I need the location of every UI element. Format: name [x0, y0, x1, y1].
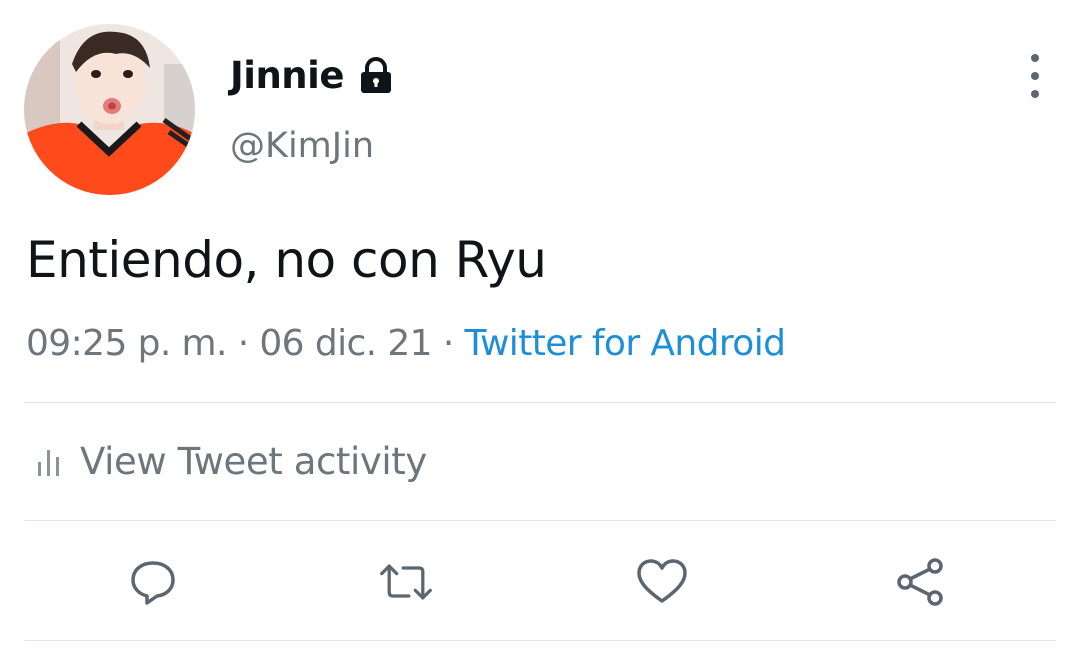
lock-icon: [360, 57, 391, 93]
meta-separator: ·: [237, 323, 249, 364]
tweet-meta: 09:25 p. m. · 06 dic. 21 · Twitter for A…: [26, 320, 786, 368]
meta-separator: ·: [442, 323, 454, 364]
analytics-bars-icon: [38, 450, 59, 476]
avatar[interactable]: [24, 24, 195, 195]
retweet-button[interactable]: [378, 556, 434, 608]
share-button[interactable]: [892, 556, 948, 608]
tweet-time: 09:25 p. m.: [26, 323, 227, 364]
avatar-image: [24, 24, 195, 195]
divider: [24, 402, 1056, 403]
more-dot: [1031, 72, 1039, 80]
reply-icon: [131, 561, 175, 605]
reply-button[interactable]: [125, 556, 181, 608]
view-tweet-activity-button[interactable]: View Tweet activity: [34, 438, 427, 486]
more-options-button[interactable]: [1014, 54, 1056, 98]
share-icon: [897, 558, 943, 606]
divider: [24, 520, 1056, 521]
heart-icon: [637, 559, 687, 603]
more-dot: [1031, 90, 1039, 98]
display-name[interactable]: Jinnie: [230, 52, 394, 100]
tweet-date: 06 dic. 21: [259, 323, 432, 364]
tweet-source-link[interactable]: Twitter for Android: [465, 323, 786, 364]
divider: [24, 640, 1056, 641]
handle[interactable]: @KimJin: [230, 122, 374, 170]
display-name-text: Jinnie: [230, 54, 344, 97]
tweet-text: Entiendo, no con Ryu: [26, 231, 547, 289]
more-dot: [1031, 54, 1039, 62]
view-tweet-activity-label: View Tweet activity: [80, 440, 427, 483]
retweet-icon: [380, 564, 432, 600]
like-button[interactable]: [634, 556, 690, 608]
